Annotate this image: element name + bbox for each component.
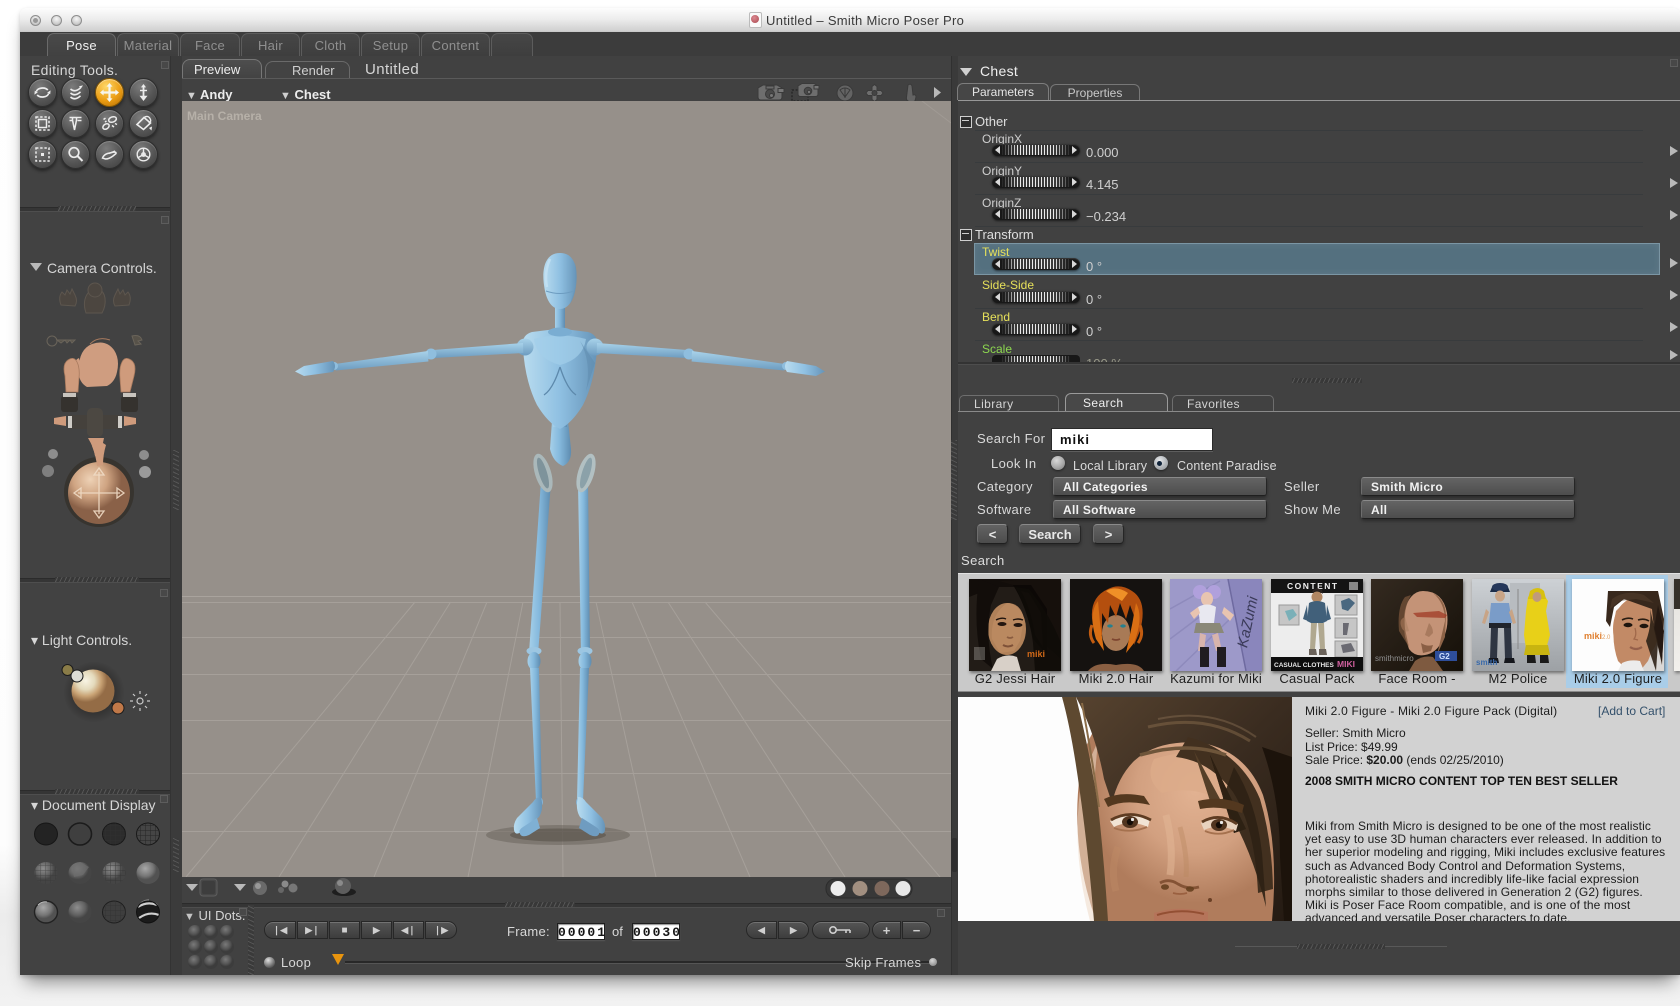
svg-text:G2: G2 xyxy=(1439,652,1450,661)
svg-text:MIKI: MIKI xyxy=(1337,659,1355,669)
svg-text:smith: smith xyxy=(1476,658,1497,667)
svg-text:CASUAL CLOTHES: CASUAL CLOTHES xyxy=(1274,662,1334,669)
svg-text:miki: miki xyxy=(1027,649,1045,659)
svg-text:2.0: 2.0 xyxy=(1602,635,1611,641)
svg-text:smithmicro: smithmicro xyxy=(1375,654,1414,663)
svg-text:CONTENT: CONTENT xyxy=(1287,581,1339,591)
svg-text:miki: miki xyxy=(1584,631,1602,641)
svg-text:Camera Controls.: Camera Controls. xyxy=(47,260,157,276)
